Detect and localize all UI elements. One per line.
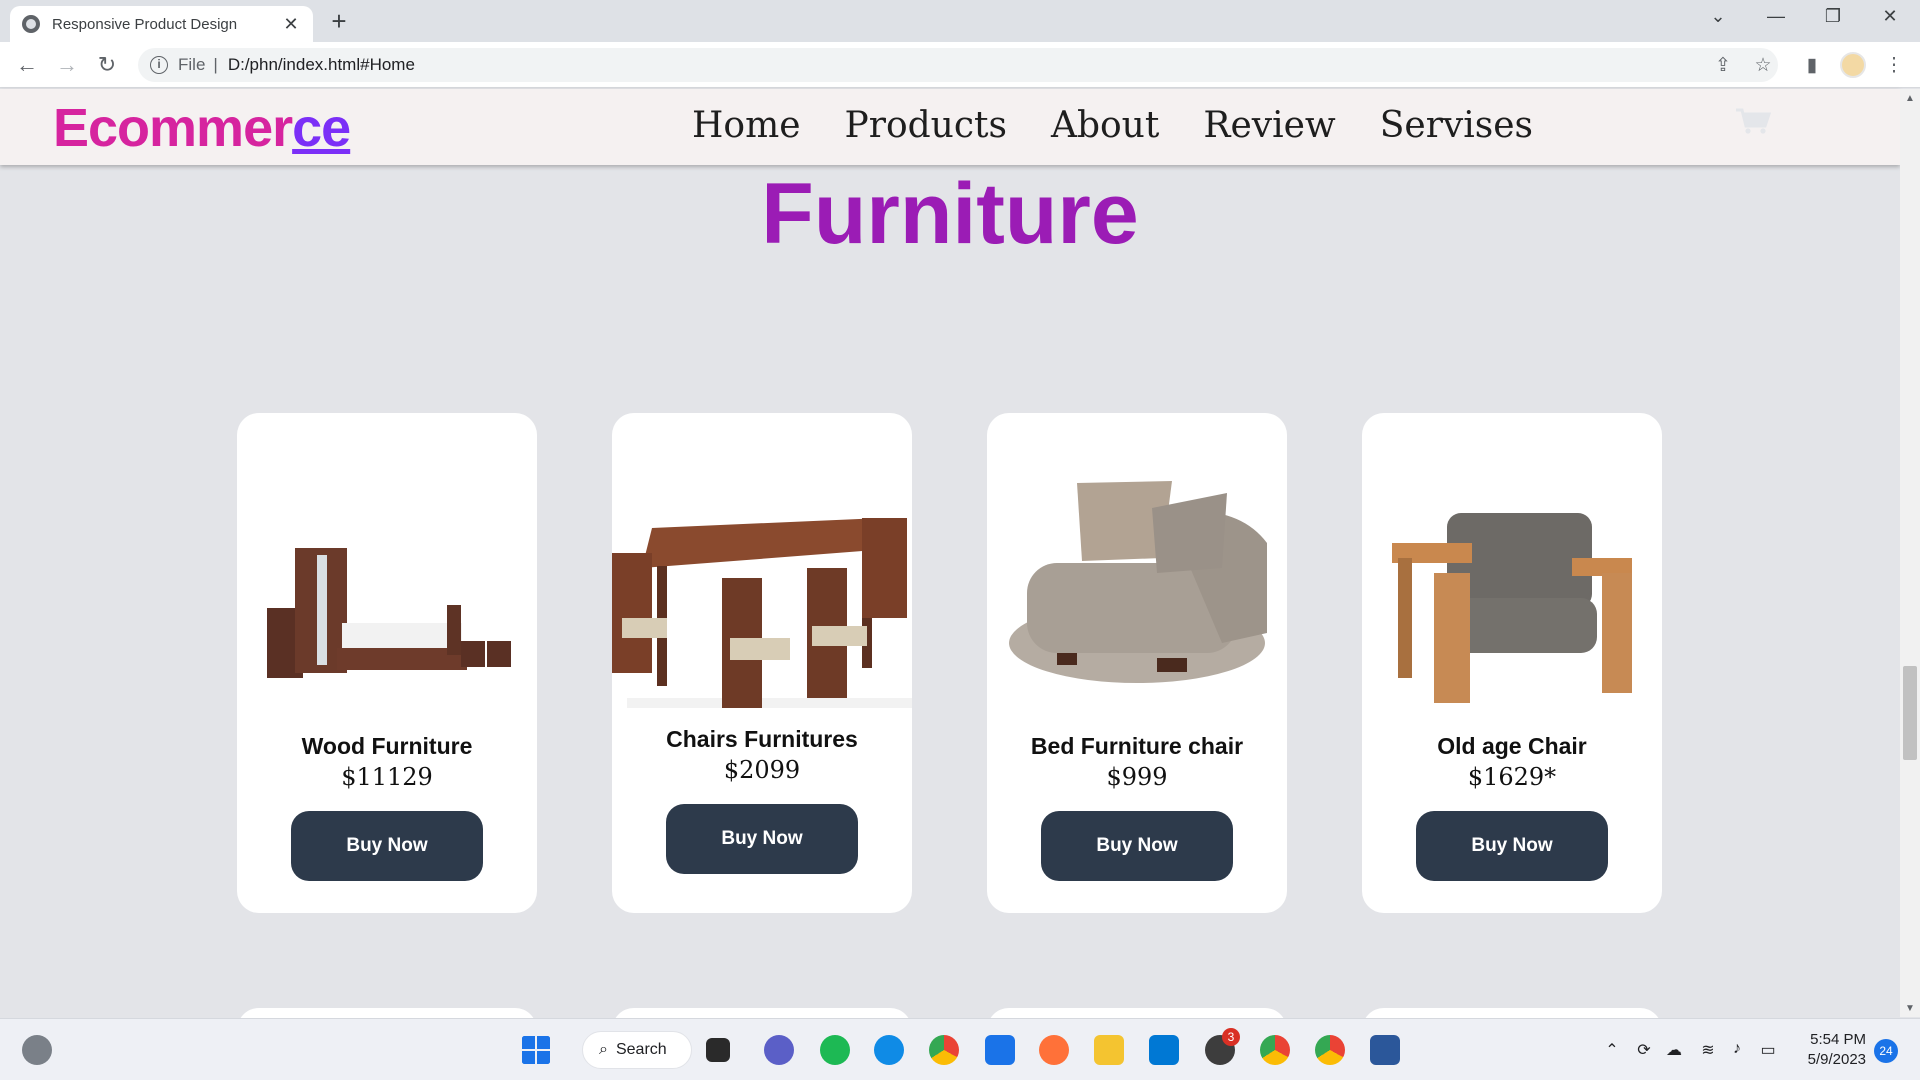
section-title: Furniture bbox=[761, 166, 1139, 262]
chrome-icon[interactable] bbox=[929, 1035, 959, 1065]
buy-now-button[interactable]: Buy Now bbox=[1416, 811, 1608, 881]
side-panel-icon[interactable]: ▮ bbox=[1800, 56, 1824, 76]
buy-now-button[interactable]: Buy Now bbox=[1041, 811, 1233, 881]
restore-button[interactable]: ❐ bbox=[1813, 6, 1853, 27]
url-text[interactable]: D:/phn/index.html#Home bbox=[228, 55, 415, 75]
product-price: $999 bbox=[1106, 763, 1168, 791]
product-card: Bed Furniture chair $999 Buy Now bbox=[987, 413, 1287, 913]
back-icon[interactable]: ← bbox=[12, 50, 42, 80]
bedroom-set-image bbox=[267, 548, 511, 678]
taskbar-search[interactable]: ⌕ Search bbox=[582, 1031, 692, 1069]
wifi-icon[interactable]: ≋ bbox=[1697, 1040, 1719, 1060]
product-price: $11129 bbox=[341, 763, 433, 791]
info-icon[interactable]: i bbox=[150, 56, 168, 74]
chevron-up-icon[interactable]: ⌃ bbox=[1601, 1040, 1623, 1060]
url-scheme: File bbox=[178, 55, 206, 74]
tab-title: Responsive Product Design bbox=[52, 15, 238, 33]
share-icon[interactable]: ⇪ bbox=[1711, 56, 1735, 76]
bookmark-star-icon[interactable]: ☆ bbox=[1751, 56, 1775, 76]
browser-tab-strip: Responsive Product Design ✕ + ⌄ — ❐ ✕ bbox=[0, 0, 1920, 42]
product-card: Chairs Furnitures $2099 Buy Now bbox=[612, 413, 912, 913]
logo-main: Ecommer bbox=[53, 98, 293, 158]
nav-home[interactable]: Home bbox=[692, 105, 801, 146]
chrome-profile-icon[interactable] bbox=[1260, 1035, 1290, 1065]
clock[interactable]: 5:54 PM 5/9/2023 bbox=[1796, 1030, 1866, 1070]
teams-chat-icon[interactable] bbox=[764, 1035, 794, 1065]
product-price: $2099 bbox=[723, 756, 801, 784]
clock-date: 5/9/2023 bbox=[1807, 1051, 1866, 1068]
search-icon: ⌕ bbox=[599, 1041, 608, 1058]
scroll-down-arrow[interactable]: ▼ bbox=[1903, 1003, 1917, 1014]
site-header: Ecommerce Home Products About Review Ser… bbox=[0, 89, 1900, 165]
spotify-icon[interactable] bbox=[820, 1035, 850, 1065]
edge-icon[interactable] bbox=[874, 1035, 904, 1065]
task-view-icon[interactable] bbox=[706, 1038, 730, 1062]
product-name: Old age Chair bbox=[1437, 733, 1587, 759]
clock-time: 5:54 PM bbox=[1810, 1031, 1866, 1048]
scrollbar-thumb[interactable] bbox=[1903, 666, 1917, 760]
firefox-icon[interactable] bbox=[1039, 1035, 1069, 1065]
product-name: Chairs Furnitures bbox=[666, 726, 858, 752]
main-nav: Home Products About Review Servises bbox=[692, 105, 1533, 146]
dining-set-image bbox=[612, 518, 912, 708]
site-logo[interactable]: Ecommerce bbox=[53, 97, 351, 159]
cloud-icon[interactable]: ☁ bbox=[1663, 1040, 1685, 1060]
close-window-button[interactable]: ✕ bbox=[1870, 6, 1910, 27]
product-card: Wood Furniture $11129 Buy Now bbox=[237, 413, 537, 913]
tab-search-icon[interactable]: ⌄ bbox=[1698, 6, 1738, 27]
taskbar-search-label: Search bbox=[615, 1041, 667, 1058]
nav-about[interactable]: About bbox=[1051, 105, 1159, 146]
file-explorer-icon[interactable] bbox=[1094, 1035, 1124, 1065]
address-bar[interactable]: i File | D:/phn/index.html#Home bbox=[138, 48, 1778, 82]
scroll-up-arrow[interactable]: ▲ bbox=[1903, 93, 1917, 104]
nav-services[interactable]: Servises bbox=[1380, 105, 1533, 146]
menu-kebab-icon[interactable]: ⋮ bbox=[1882, 56, 1906, 76]
logo-tail: ce bbox=[292, 98, 351, 158]
product-name: Bed Furniture chair bbox=[1030, 733, 1244, 759]
lounge-chair-image bbox=[1392, 513, 1632, 703]
taskbar bbox=[0, 1018, 1920, 1080]
browser-toolbar: ← → ↻ i File | D:/phn/index.html#Home ⇪ … bbox=[0, 42, 1920, 88]
buy-now-button[interactable]: Buy Now bbox=[666, 804, 858, 874]
product-name: Wood Furniture bbox=[301, 733, 473, 759]
word-icon[interactable] bbox=[1370, 1035, 1400, 1065]
profile-avatar[interactable] bbox=[1840, 52, 1866, 78]
globe-icon bbox=[22, 15, 40, 33]
chrome-active-icon[interactable] bbox=[1315, 1035, 1345, 1065]
battery-icon[interactable]: ▭ bbox=[1757, 1040, 1779, 1060]
product-card: Old age Chair $1629* Buy Now bbox=[1362, 413, 1662, 913]
browser-tab[interactable]: Responsive Product Design ✕ bbox=[10, 6, 313, 42]
volume-icon[interactable]: ♪ bbox=[1726, 1040, 1748, 1058]
url-separator: | bbox=[213, 55, 218, 74]
windows-start-icon[interactable] bbox=[521, 1035, 551, 1065]
new-tab-button[interactable]: + bbox=[324, 8, 354, 34]
forward-icon[interactable]: → bbox=[52, 50, 82, 80]
mail-icon[interactable] bbox=[985, 1035, 1015, 1065]
whatsapp-badge: 3 bbox=[1222, 1028, 1240, 1046]
vscode-icon[interactable] bbox=[1149, 1035, 1179, 1065]
product-price: $1629* bbox=[1467, 763, 1557, 791]
close-tab-icon[interactable]: ✕ bbox=[281, 14, 301, 35]
nav-review[interactable]: Review bbox=[1203, 105, 1335, 146]
weather-widget-icon[interactable] bbox=[22, 1035, 52, 1065]
nav-products[interactable]: Products bbox=[845, 105, 1007, 146]
cart-icon[interactable] bbox=[1735, 107, 1771, 135]
armchair-image bbox=[1009, 481, 1267, 683]
minimize-button[interactable]: — bbox=[1756, 6, 1796, 27]
buy-now-button[interactable]: Buy Now bbox=[291, 811, 483, 881]
page-scrollbar[interactable] bbox=[1900, 89, 1920, 1017]
sync-icon[interactable]: ⟳ bbox=[1633, 1040, 1655, 1060]
notification-badge[interactable]: 24 bbox=[1874, 1039, 1898, 1063]
reload-icon[interactable]: ↻ bbox=[92, 50, 122, 80]
